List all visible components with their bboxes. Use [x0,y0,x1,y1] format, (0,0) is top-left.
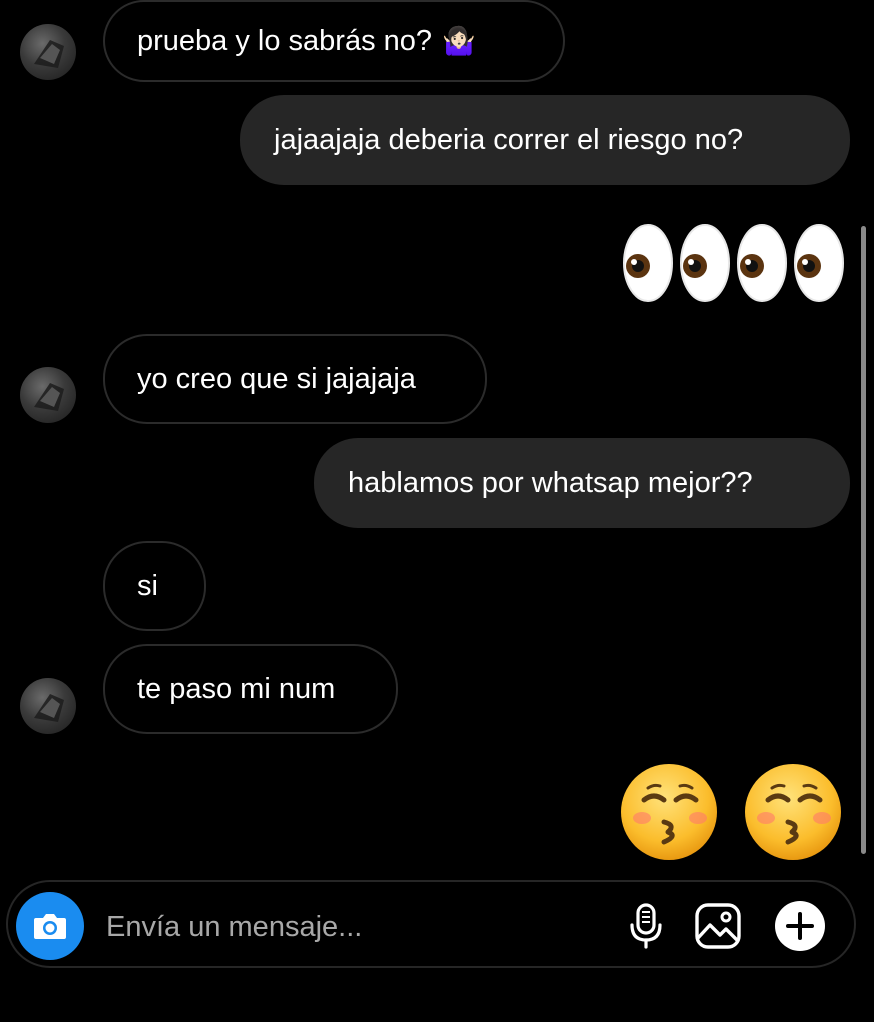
message-bubble-outgoing: jajaajaja deberia correr el riesgo no? [240,95,850,185]
plus-icon [775,901,825,951]
kissing-face-emoji-message [620,762,842,862]
contact-avatar[interactable] [20,678,76,734]
shrug-emoji: 🤷🏻‍♀️ [442,25,476,56]
message-text: jajaajaja deberia correr el riesgo no? [274,123,744,156]
gallery-button[interactable] [690,898,746,954]
message-bubble-incoming: si [103,541,206,631]
kissing-face-emoji [621,764,841,860]
contact-avatar[interactable] [20,367,76,423]
message-bubble-outgoing: hablamos por whatsap mejor?? [314,438,850,528]
plus-button[interactable] [772,898,828,954]
contact-avatar[interactable] [20,24,76,80]
chat-screen: prueba y lo sabrás no? 🤷🏻‍♀️ jajaajaja d… [0,0,874,1022]
message-text: prueba y lo sabrás no? [137,24,433,57]
scrollbar[interactable] [861,226,866,854]
message-bubble-incoming: prueba y lo sabrás no? 🤷🏻‍♀️ [103,0,565,82]
message-text: si [137,569,158,602]
message-text: hablamos por whatsap mejor?? [348,466,753,499]
microphone-button[interactable] [618,898,674,954]
gallery-icon [695,903,741,949]
message-bubble-incoming: yo creo que si jajajaja [103,334,487,424]
camera-icon [34,914,66,939]
message-composer [6,880,856,968]
message-input[interactable] [104,904,588,950]
microphone-icon [630,903,662,949]
camera-button[interactable] [16,892,84,960]
message-bubble-incoming: te paso mi num [103,644,398,734]
eyes-emoji [623,224,844,302]
message-text: te paso mi num [137,672,336,705]
message-text: yo creo que si jajajaja [137,362,416,395]
eyes-emoji-message [617,218,847,308]
